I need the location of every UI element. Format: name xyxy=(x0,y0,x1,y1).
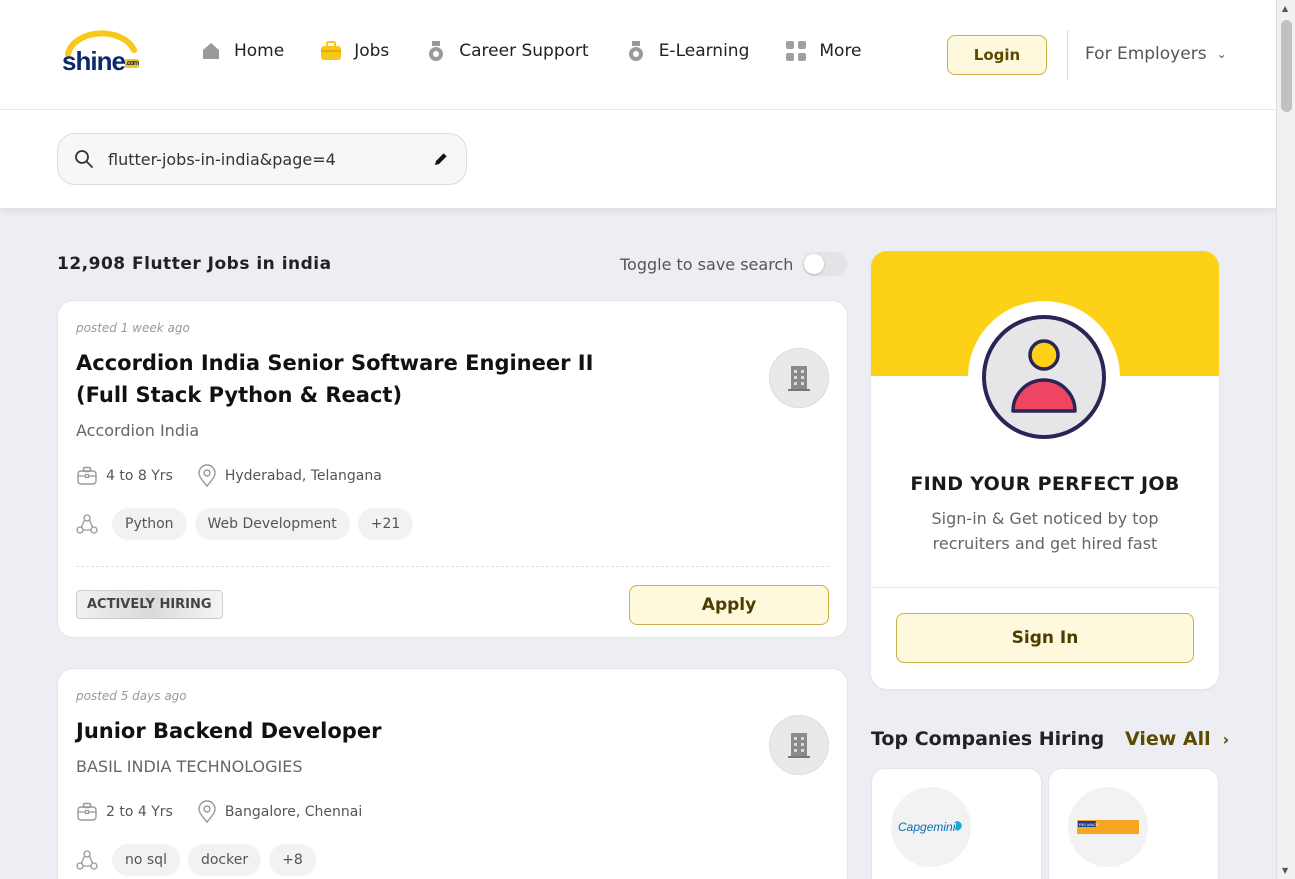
promo-title: FIND YOUR PERFECT JOB xyxy=(910,473,1180,495)
nav-e-learning-label: E-Learning xyxy=(658,41,750,61)
location-pin-icon xyxy=(198,800,216,824)
nav-jobs[interactable]: Jobs xyxy=(320,40,389,62)
chevron-right-icon: › xyxy=(1222,729,1230,749)
page-scrollbar[interactable]: ▲ ▼ xyxy=(1276,0,1295,879)
svg-text:Capgemini: Capgemini xyxy=(898,820,956,834)
skill-chip-more[interactable]: +8 xyxy=(269,844,316,876)
svg-text:RELIANCE: RELIANCE xyxy=(1079,822,1099,827)
top-header: shine.com Home Jobs Career Support E-Lea… xyxy=(0,0,1276,110)
company-name[interactable]: BASIL INDIA TECHNOLOGIES xyxy=(76,757,303,776)
results-count-heading: 12,908 Flutter Jobs in india xyxy=(57,254,332,274)
job-title[interactable]: Accordion India Senior Software Engineer… xyxy=(76,347,616,411)
main-nav: Home Jobs Career Support E-Learning More xyxy=(200,40,898,62)
scrollbar-thumb[interactable] xyxy=(1281,20,1292,112)
home-icon xyxy=(200,40,222,62)
header-divider xyxy=(1067,30,1068,80)
signin-promo-card: FIND YOUR PERFECT JOB Sign-in & Get noti… xyxy=(871,251,1219,689)
nav-jobs-label: Jobs xyxy=(354,41,390,61)
location-text: Bangalore, Chennai xyxy=(224,804,363,820)
job-meta: 4 to 8 Yrs Hyderabad, Telangana xyxy=(76,464,406,488)
e-learning-icon xyxy=(625,40,647,62)
career-support-icon xyxy=(425,40,447,62)
logo-text: shine.com xyxy=(62,46,139,76)
company-card-reliance[interactable]: RELIANCE xyxy=(1048,768,1219,879)
grid-icon xyxy=(785,40,807,62)
posted-date: posted 5 days ago xyxy=(76,689,187,703)
experience-text: 2 to 4 Yrs xyxy=(106,804,173,820)
search-query-text: flutter-jobs-in-india&page=4 xyxy=(108,149,336,169)
location-text: Hyderabad, Telangana xyxy=(224,468,382,484)
search-band: flutter-jobs-in-india&page=4 xyxy=(0,110,1276,208)
edit-pencil-icon[interactable] xyxy=(432,150,450,168)
location: Hyderabad, Telangana xyxy=(197,464,382,488)
chevron-down-icon: ⌄ xyxy=(1216,47,1227,61)
nav-home[interactable]: Home xyxy=(200,40,284,62)
company-logo: Capgemini xyxy=(891,787,971,867)
skill-chip: Python xyxy=(112,508,187,540)
top-companies-heading: Top Companies Hiring xyxy=(871,728,1105,750)
job-title[interactable]: Junior Backend Developer xyxy=(76,715,616,747)
shine-logo[interactable]: shine.com xyxy=(62,28,142,80)
company-name[interactable]: Accordion India xyxy=(76,421,199,440)
building-icon xyxy=(788,733,810,758)
experience-text: 4 to 8 Yrs xyxy=(106,468,173,484)
job-card[interactable]: posted 5 days ago Junior Backend Develop… xyxy=(57,668,848,879)
location-pin-icon xyxy=(198,464,216,488)
login-button[interactable]: Login xyxy=(947,35,1047,75)
nav-more-label: More xyxy=(819,41,862,61)
company-card-capgemini[interactable]: Capgemini xyxy=(871,768,1042,879)
for-employers-dropdown[interactable]: For Employers ⌄ xyxy=(1085,44,1227,64)
posted-date: posted 1 week ago xyxy=(76,321,190,335)
user-avatar-icon xyxy=(982,315,1106,439)
view-all-label: View All xyxy=(1125,728,1211,750)
skill-chip: no sql xyxy=(112,844,180,876)
nav-e-learning[interactable]: E-Learning xyxy=(625,40,750,62)
job-meta: 2 to 4 Yrs Bangalore, Chennai xyxy=(76,800,386,824)
scroll-down-arrow-icon[interactable]: ▼ xyxy=(1282,866,1288,875)
promo-divider xyxy=(871,587,1219,588)
card-divider xyxy=(76,566,829,567)
toggle-knob xyxy=(804,254,824,274)
reliance-logo: RELIANCE xyxy=(1077,820,1139,834)
building-icon xyxy=(788,366,810,391)
apply-button[interactable]: Apply xyxy=(629,585,829,625)
nav-home-label: Home xyxy=(234,41,285,61)
sign-in-button[interactable]: Sign In xyxy=(896,613,1194,663)
skill-chip: docker xyxy=(187,844,262,876)
experience: 4 to 8 Yrs xyxy=(76,465,173,487)
briefcase-outline-icon xyxy=(77,802,97,821)
search-icon xyxy=(75,150,93,168)
capgemini-logo: Capgemini xyxy=(898,820,962,834)
skill-chip-more[interactable]: +21 xyxy=(357,508,414,540)
scroll-up-arrow-icon[interactable]: ▲ xyxy=(1282,4,1288,13)
search-input[interactable]: flutter-jobs-in-india&page=4 xyxy=(57,133,467,185)
save-search-toggle[interactable] xyxy=(802,252,847,276)
skills-list: no sql docker +8 xyxy=(76,844,324,876)
skill-chip: Web Development xyxy=(194,508,350,540)
avatar xyxy=(968,301,1120,453)
nav-career-support[interactable]: Career Support xyxy=(425,40,589,62)
skills-list: Python Web Development +21 xyxy=(76,508,421,540)
promo-subtitle: Sign-in & Get noticed by top recruiters … xyxy=(931,509,1159,553)
experience: 2 to 4 Yrs xyxy=(76,801,173,823)
save-search-label: Toggle to save search xyxy=(620,255,794,274)
nav-career-support-label: Career Support xyxy=(459,41,589,61)
nav-more[interactable]: More xyxy=(785,40,862,62)
skills-icon xyxy=(76,850,98,870)
location: Bangalore, Chennai xyxy=(197,800,362,824)
job-card[interactable]: posted 1 week ago Accordion India Senior… xyxy=(57,300,848,638)
company-logo: RELIANCE xyxy=(1068,787,1148,867)
company-logo xyxy=(769,348,829,408)
for-employers-label: For Employers xyxy=(1085,44,1207,64)
skills-icon xyxy=(76,514,98,534)
briefcase-outline-icon xyxy=(77,466,97,485)
actively-hiring-badge: ACTIVELY HIRING xyxy=(76,590,223,619)
view-all-link[interactable]: View All › xyxy=(1125,728,1229,750)
company-logo xyxy=(769,715,829,775)
briefcase-icon xyxy=(320,40,342,62)
